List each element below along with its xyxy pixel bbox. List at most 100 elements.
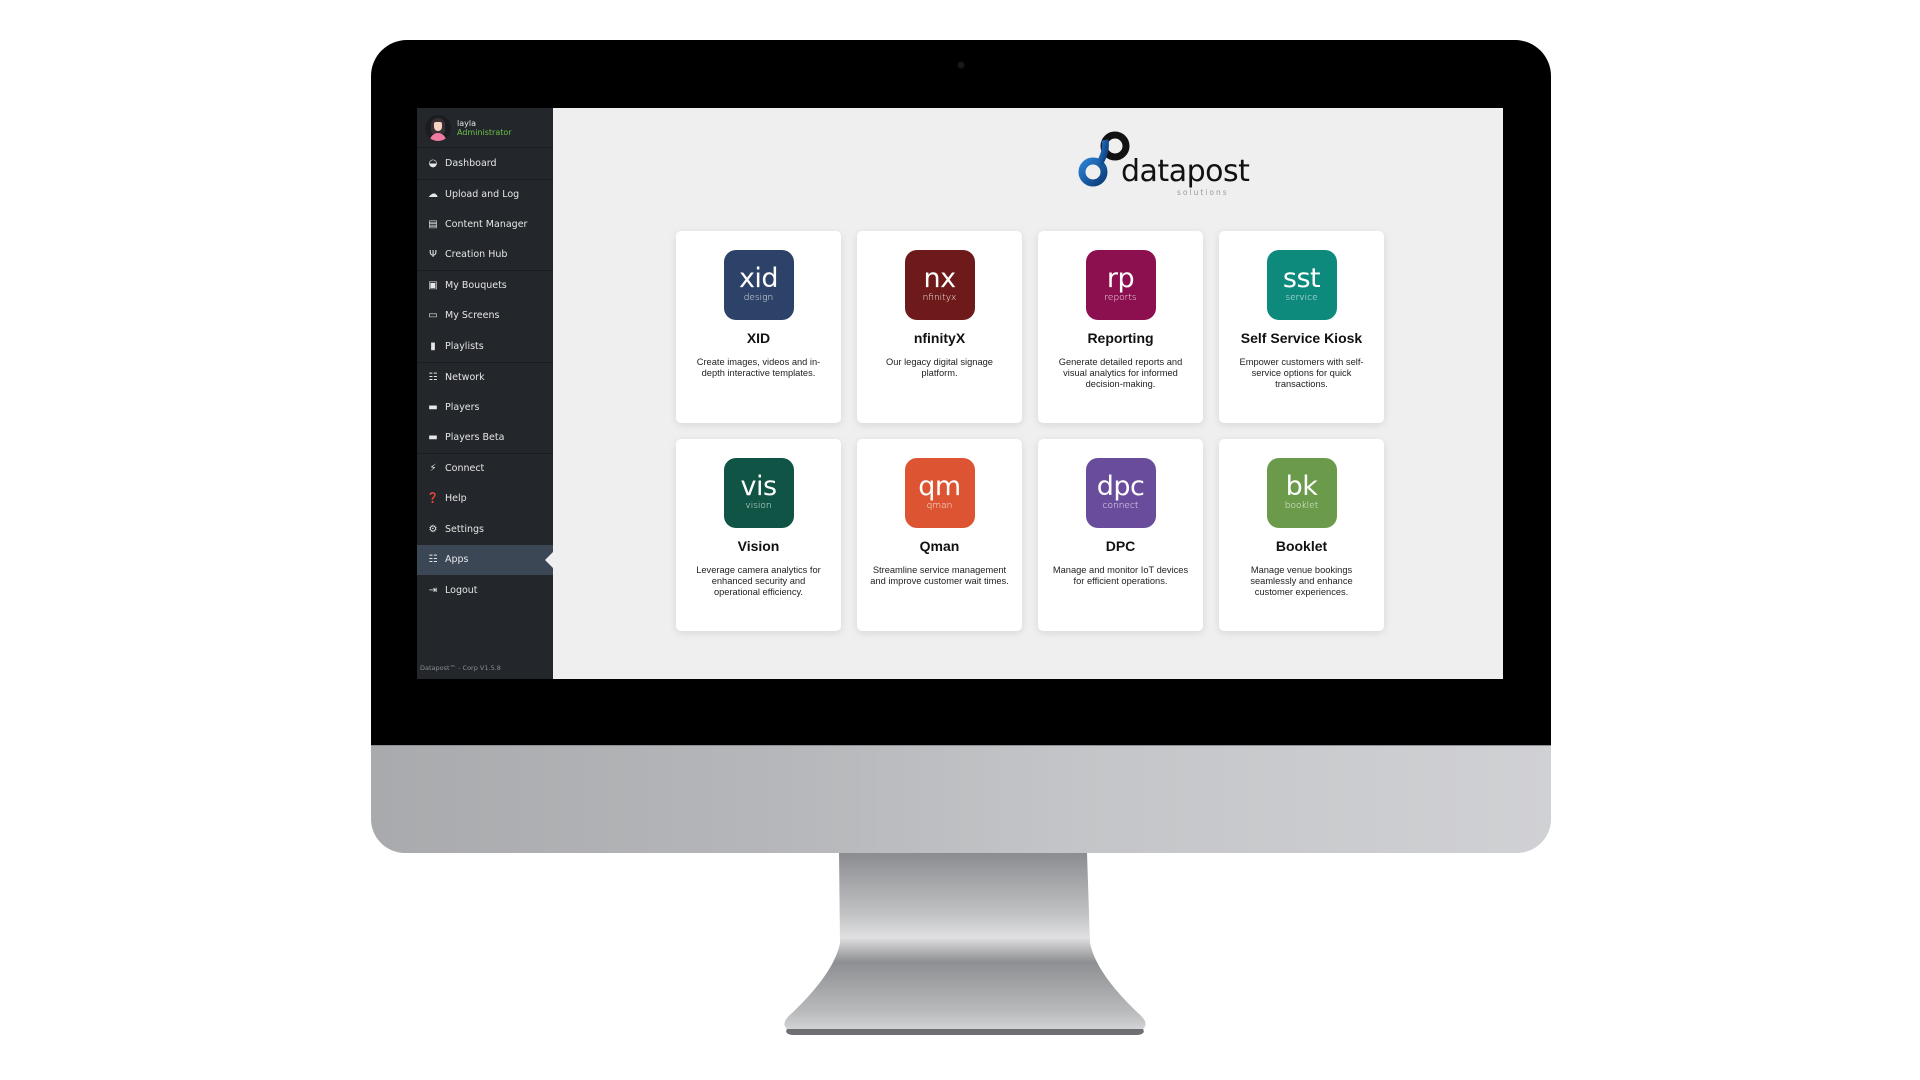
- sidebar-item-connect[interactable]: ⚡ Connect: [417, 453, 553, 484]
- logo-wordmark: datapost: [1121, 154, 1250, 189]
- sign-out-icon: ⇥: [428, 584, 438, 596]
- plug-icon: ⚡: [429, 463, 437, 475]
- sidebar-item-help[interactable]: ❓ Help: [417, 484, 553, 515]
- sidebar-item-upload-and-log[interactable]: ☁ Upload and Log: [417, 178, 553, 210]
- creation-hub-icon: Ψ: [429, 249, 437, 261]
- app-card-bk[interactable]: bk booklet Booklet Manage venue bookings…: [1219, 439, 1384, 631]
- qm-app-icon[interactable]: qm qman: [904, 458, 975, 528]
- app-card-sst[interactable]: sst service Self Service Kiosk Empower c…: [1219, 231, 1384, 423]
- sidebar-item-label: Players Beta: [445, 432, 505, 444]
- sidebar-item-label: Logout: [445, 584, 478, 596]
- sidebar-item-label: Players: [445, 401, 480, 413]
- sidebar-item-label: Creation Hub: [445, 249, 508, 261]
- app-title: Booklet: [1275, 538, 1328, 554]
- xid-app-icon[interactable]: xid design: [723, 250, 794, 320]
- apps-page: datapost solutions xid design XID Create…: [553, 108, 1503, 679]
- sidebar-item-creation-hub[interactable]: Ψ Creation Hub: [417, 240, 553, 271]
- grid-icon: ☷: [428, 554, 438, 566]
- sidebar-item-network[interactable]: ☷ Network: [417, 361, 553, 393]
- app-description: Manage and monitor IoT devices for effic…: [1052, 565, 1189, 586]
- gear-icon: ⚙: [428, 523, 438, 535]
- sidebar-item-settings[interactable]: ⚙ Settings: [417, 514, 553, 545]
- archive-icon: ▣: [428, 280, 438, 292]
- app-icon-subtitle: service: [1285, 293, 1318, 303]
- app-title: Qman: [919, 538, 960, 554]
- app-icon-subtitle: reports: [1104, 293, 1137, 303]
- app-icon-subtitle: nfinityx: [922, 293, 957, 303]
- dpc-app-icon[interactable]: dpc connect: [1085, 458, 1156, 528]
- bk-app-icon[interactable]: bk booklet: [1266, 458, 1337, 528]
- app-icon-abbr: nx: [923, 263, 956, 294]
- app-description: Streamline service management and improv…: [870, 565, 1009, 586]
- app-title: Reporting: [1087, 330, 1154, 346]
- sidebar-item-label: Connect: [445, 463, 485, 475]
- user-role: Administrator: [457, 127, 512, 137]
- sidebar-item-label: Playlists: [445, 340, 484, 352]
- user-name: layla: [457, 118, 476, 128]
- sidebar-item-content-manager[interactable]: ▤ Content Manager: [417, 209, 553, 240]
- app-card-nx[interactable]: nx nfinityx nfinityX Our legacy digital …: [857, 231, 1022, 423]
- cloud-upload-icon: ☁: [428, 188, 438, 200]
- app-icon-subtitle: connect: [1102, 501, 1139, 511]
- app-card-xid[interactable]: xid design XID Create images, videos and…: [676, 231, 841, 423]
- app-icon-subtitle: booklet: [1284, 501, 1319, 511]
- nx-app-icon[interactable]: nx nfinityx: [904, 250, 975, 320]
- sidebar: layla Administrator ◒ Dashboard ☁ Upload…: [417, 108, 553, 679]
- player-device-icon: ▬: [428, 401, 438, 413]
- app-description: Generate detailed reports and visual ana…: [1058, 357, 1183, 389]
- file-icon: ▮: [430, 340, 436, 352]
- sidebar-nav: ◒ Dashboard ☁ Upload and Log ▤ Content M…: [417, 148, 553, 606]
- user-profile[interactable]: layla Administrator: [417, 108, 553, 148]
- player-device-icon: ▬: [428, 432, 438, 444]
- app-title: nfinityX: [913, 330, 966, 346]
- app-icon-abbr: sst: [1282, 263, 1321, 294]
- app-icon-abbr: rp: [1106, 263, 1135, 294]
- app-card-vis[interactable]: vis vision Vision Leverage camera analyt…: [676, 439, 841, 631]
- monitor-stand: [778, 853, 1152, 1039]
- app-icon-abbr: xid: [738, 263, 779, 294]
- sst-app-icon[interactable]: sst service: [1266, 250, 1337, 320]
- app-title: Self Service Kiosk: [1240, 330, 1363, 346]
- sidebar-item-logout[interactable]: ⇥ Logout: [417, 575, 553, 606]
- logo-subtitle: solutions: [1177, 188, 1229, 197]
- question-circle-icon: ❓: [426, 493, 440, 505]
- app-icon-subtitle: design: [743, 293, 774, 303]
- sitemap-icon: ☷: [428, 371, 438, 383]
- app-card-qm[interactable]: qm qman Qman Streamline service manageme…: [857, 439, 1022, 631]
- avatar: [425, 114, 451, 141]
- sidebar-item-my-bouquets[interactable]: ▣ My Bouquets: [417, 270, 553, 301]
- vis-app-icon[interactable]: vis vision: [723, 458, 794, 528]
- version-label: Datapost™ - Corp V1.5.8: [420, 664, 501, 672]
- app-card-rp[interactable]: rp reports Reporting Generate detailed r…: [1038, 231, 1203, 423]
- sidebar-item-players-beta[interactable]: ▬ Players Beta: [417, 423, 553, 454]
- sidebar-item-label: Network: [445, 371, 485, 383]
- app-icon-abbr: qm: [918, 471, 961, 502]
- sidebar-item-label: Dashboard: [445, 157, 497, 169]
- datapost-logo: datapost solutions: [1077, 128, 1257, 198]
- app-description: Empower customers with self-service opti…: [1239, 357, 1364, 389]
- sidebar-item-playlists[interactable]: ▮ Playlists: [417, 331, 553, 362]
- app-icon-subtitle: vision: [745, 501, 772, 511]
- app-icon-abbr: bk: [1285, 471, 1318, 502]
- app-icon-abbr: dpc: [1096, 471, 1145, 502]
- sidebar-item-my-screens[interactable]: ▭ My Screens: [417, 301, 553, 332]
- sidebar-item-label: My Screens: [445, 310, 500, 322]
- sidebar-item-label: Content Manager: [445, 218, 528, 230]
- app-description: Leverage camera analytics for enhanced s…: [696, 565, 821, 597]
- sidebar-item-apps[interactable]: ☷ Apps: [417, 544, 553, 575]
- rp-app-icon[interactable]: rp reports: [1085, 250, 1156, 320]
- monitor-icon: ▭: [428, 310, 438, 322]
- app-icon-abbr: vis: [740, 471, 777, 502]
- camera-icon: [958, 62, 964, 68]
- app-card-dpc[interactable]: dpc connect DPC Manage and monitor IoT d…: [1038, 439, 1203, 631]
- apps-grid: xid design XID Create images, videos and…: [676, 231, 1386, 631]
- screen: layla Administrator ◒ Dashboard ☁ Upload…: [417, 108, 1503, 679]
- sidebar-item-label: Apps: [445, 554, 469, 566]
- monitor-chin: [371, 745, 1551, 853]
- app-icon-subtitle: qman: [926, 501, 953, 511]
- sidebar-item-players[interactable]: ▬ Players: [417, 392, 553, 423]
- sidebar-item-dashboard[interactable]: ◒ Dashboard: [417, 148, 553, 179]
- app-title: DPC: [1105, 538, 1136, 554]
- dashboard-icon: ◒: [428, 157, 438, 169]
- app-description: Our legacy digital signage platform.: [886, 357, 993, 378]
